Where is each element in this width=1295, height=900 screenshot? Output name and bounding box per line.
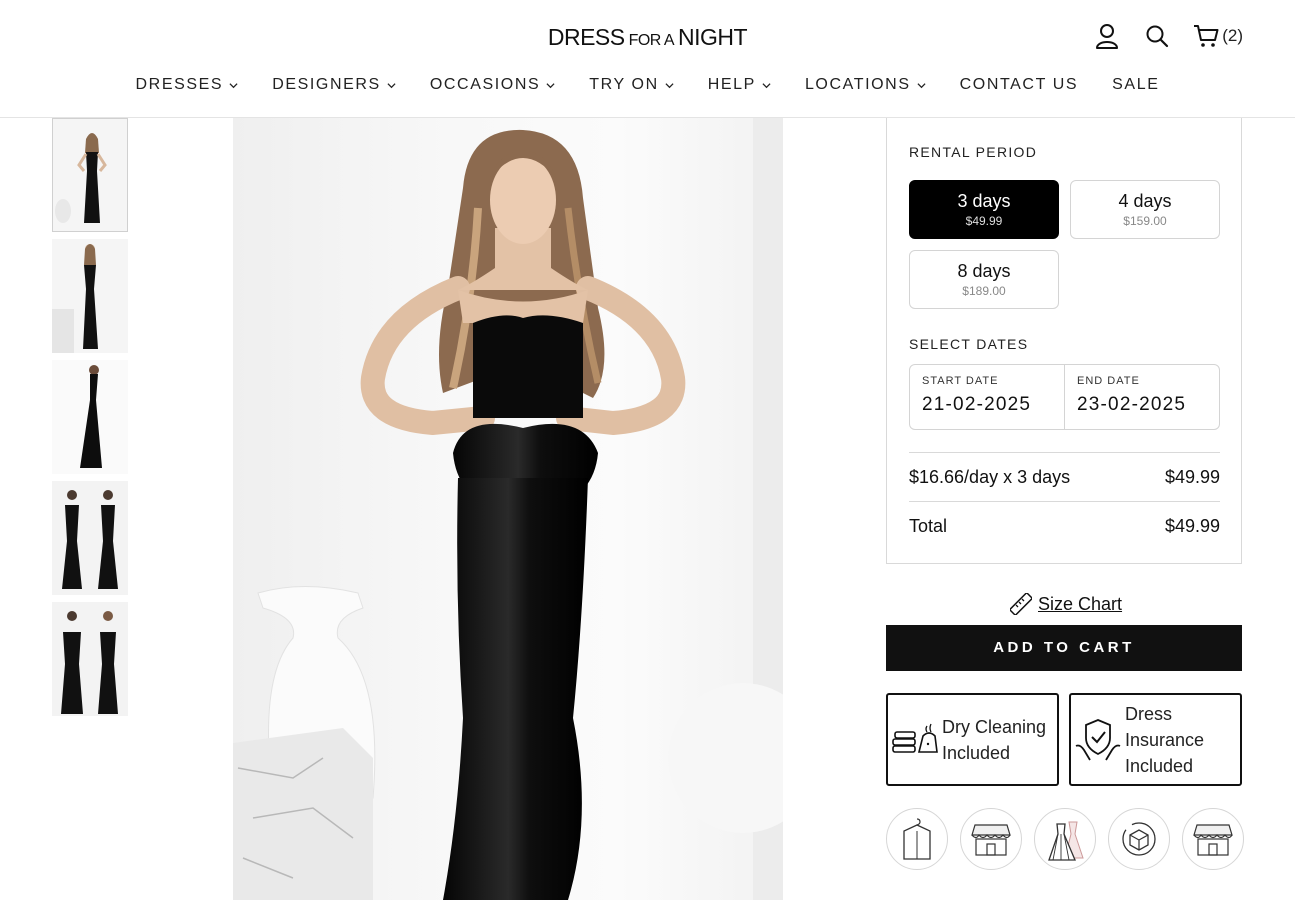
account-icon[interactable] <box>1093 22 1121 50</box>
thumbnail-3[interactable] <box>52 360 128 474</box>
service-icons <box>886 808 1244 870</box>
rate-value: $49.99 <box>1164 467 1220 487</box>
chevron-down-icon <box>387 82 396 88</box>
total-value: $49.99 <box>1164 516 1220 536</box>
nav-designers[interactable]: DESIGNERS <box>272 76 396 94</box>
rental-period-label: RENTAL PERIOD <box>909 144 1038 160</box>
thumbnail-1[interactable] <box>52 118 128 232</box>
total-row: Total $49.99 <box>909 516 1220 537</box>
date-picker: START DATE 21-02-2025 END DATE 23-02-202… <box>909 364 1220 430</box>
rate-label: $16.66/day x 3 days <box>909 467 1071 487</box>
insurance-line-1: Dress <box>1125 703 1173 724</box>
dry-cleaning-line-2: Included <box>942 742 1011 763</box>
main-nav: DRESSES DESIGNERS OCCASIONS TRY ON HELP … <box>0 76 1295 94</box>
nav-locations[interactable]: LOCATIONS <box>805 76 926 94</box>
dresses-icon[interactable] <box>1034 808 1096 870</box>
divider <box>909 452 1220 453</box>
thumbnail-gallery <box>52 118 129 723</box>
divider <box>909 501 1220 502</box>
start-date-field[interactable]: START DATE 21-02-2025 <box>910 365 1064 429</box>
thumbnail-2[interactable] <box>52 239 128 353</box>
insurance-line-3: Included <box>1125 755 1194 776</box>
nav-try-on[interactable]: TRY ON <box>589 76 674 94</box>
nav-contact-us[interactable]: CONTACT US <box>960 76 1079 94</box>
dry-cleaning-icon <box>888 720 942 760</box>
cart-button[interactable]: (2) <box>1193 24 1243 48</box>
site-header: DRESS FOR A NIGHT (2) DRESSES DESIGNERS … <box>0 0 1295 118</box>
nav-sale[interactable]: SALE <box>1112 76 1159 94</box>
cart-icon <box>1194 25 1219 47</box>
logo-word-dress: DRESS <box>547 24 625 50</box>
nav-dresses[interactable]: DRESSES <box>136 76 239 94</box>
header-icons: (2) <box>1093 22 1243 50</box>
total-label: Total <box>909 516 948 536</box>
rental-panel: RENTAL PERIOD 3 days $49.99 4 days $159.… <box>886 118 1242 564</box>
insurance-shield-icon <box>1071 716 1125 764</box>
product-main-image[interactable] <box>233 118 783 900</box>
storefront-icon[interactable] <box>1182 808 1244 870</box>
cart-count: (2) <box>1222 26 1243 45</box>
nav-help[interactable]: HELP <box>708 76 771 94</box>
size-chart-link[interactable]: Size Chart <box>1010 593 1122 615</box>
nav-occasions[interactable]: OCCASIONS <box>430 76 555 94</box>
search-icon[interactable] <box>1143 22 1171 50</box>
thumbnail-4[interactable] <box>52 481 128 595</box>
select-dates-label: SELECT DATES <box>909 336 1029 352</box>
chevron-down-icon <box>546 82 555 88</box>
insurance-line-2: Insurance <box>1125 729 1205 750</box>
chevron-down-icon <box>917 82 926 88</box>
chevron-down-icon <box>229 82 238 88</box>
end-date-field[interactable]: END DATE 23-02-2025 <box>1064 365 1219 429</box>
rate-row: $16.66/day x 3 days $49.99 <box>909 467 1220 488</box>
period-option-3-days[interactable]: 3 days $49.99 <box>909 180 1059 239</box>
chevron-down-icon <box>762 82 771 88</box>
storefront-icon[interactable] <box>960 808 1022 870</box>
add-to-cart-button[interactable]: ADD TO CART <box>886 625 1242 671</box>
box-return-icon[interactable] <box>1108 808 1170 870</box>
period-option-4-days[interactable]: 4 days $159.00 <box>1070 180 1220 239</box>
ruler-icon <box>1010 593 1032 615</box>
logo-word-for-a: FOR A <box>628 32 675 49</box>
chevron-down-icon <box>665 82 674 88</box>
dry-cleaning-line-1: Dry Cleaning <box>942 716 1047 737</box>
garment-bag-icon[interactable] <box>886 808 948 870</box>
dry-cleaning-badge: Dry Cleaning Included <box>886 693 1059 786</box>
insurance-badge: Dress Insurance Included <box>1069 693 1242 786</box>
thumbnail-5[interactable] <box>52 602 128 716</box>
period-option-8-days[interactable]: 8 days $189.00 <box>909 250 1059 309</box>
logo-word-night: NIGHT <box>678 24 748 50</box>
